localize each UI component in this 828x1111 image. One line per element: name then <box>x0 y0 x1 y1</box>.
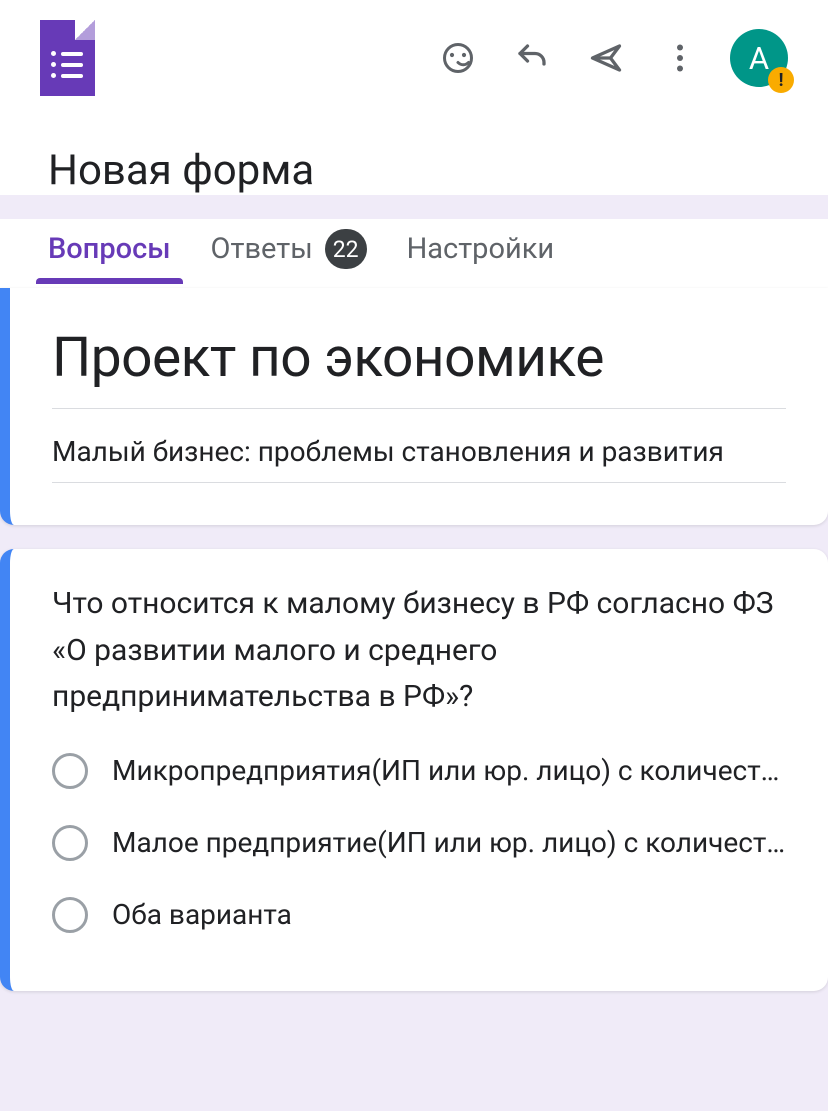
form-name[interactable]: Новая форма <box>48 146 780 195</box>
radio-icon <box>52 753 88 789</box>
more-icon[interactable] <box>650 28 710 88</box>
tab-label: Вопросы <box>48 232 171 266</box>
answer-option[interactable]: Микропредприятия(ИП или юр. лицо) с коли… <box>52 753 786 789</box>
avatar[interactable]: А ! <box>730 29 788 87</box>
answer-option[interactable]: Малое предприятие(ИП или юр. лицо) с кол… <box>52 825 786 861</box>
tab-label: Ответы <box>211 232 313 266</box>
form-description-input[interactable]: Малый бизнес: проблемы становления и раз… <box>52 429 786 483</box>
option-label[interactable]: Малое предприятие(ИП или юр. лицо) с кол… <box>112 826 786 859</box>
responses-count-badge: 22 <box>325 229 367 269</box>
content-area: Проект по экономике Малый бизнес: пробле… <box>0 288 828 991</box>
send-icon[interactable] <box>576 28 636 88</box>
question-text[interactable]: Что относится к малому бизнесу в РФ согл… <box>52 581 786 721</box>
form-header-card[interactable]: Проект по экономике Малый бизнес: пробле… <box>0 288 828 525</box>
title-bar: Новая форма <box>0 116 828 195</box>
alert-badge-icon: ! <box>768 67 794 93</box>
undo-icon[interactable] <box>502 28 562 88</box>
tab-questions[interactable]: Вопросы <box>48 222 171 284</box>
option-label[interactable]: Микропредприятия(ИП или юр. лицо) с коли… <box>112 754 786 787</box>
answer-option[interactable]: Оба варианта <box>52 897 786 933</box>
question-card[interactable]: Что относится к малому бизнесу в РФ согл… <box>0 549 828 991</box>
tab-label: Настройки <box>407 232 555 266</box>
form-title-input[interactable]: Проект по экономике <box>52 320 786 409</box>
radio-icon <box>52 897 88 933</box>
tabs: Вопросы Ответы 22 Настройки <box>0 219 828 288</box>
theme-icon[interactable] <box>428 28 488 88</box>
avatar-initial: А <box>749 40 769 77</box>
tab-settings[interactable]: Настройки <box>407 222 555 284</box>
forms-logo-icon[interactable] <box>40 20 95 96</box>
tab-responses[interactable]: Ответы 22 <box>211 219 367 287</box>
option-label[interactable]: Оба варианта <box>112 898 786 931</box>
app-header: А ! <box>0 0 828 116</box>
radio-icon <box>52 825 88 861</box>
